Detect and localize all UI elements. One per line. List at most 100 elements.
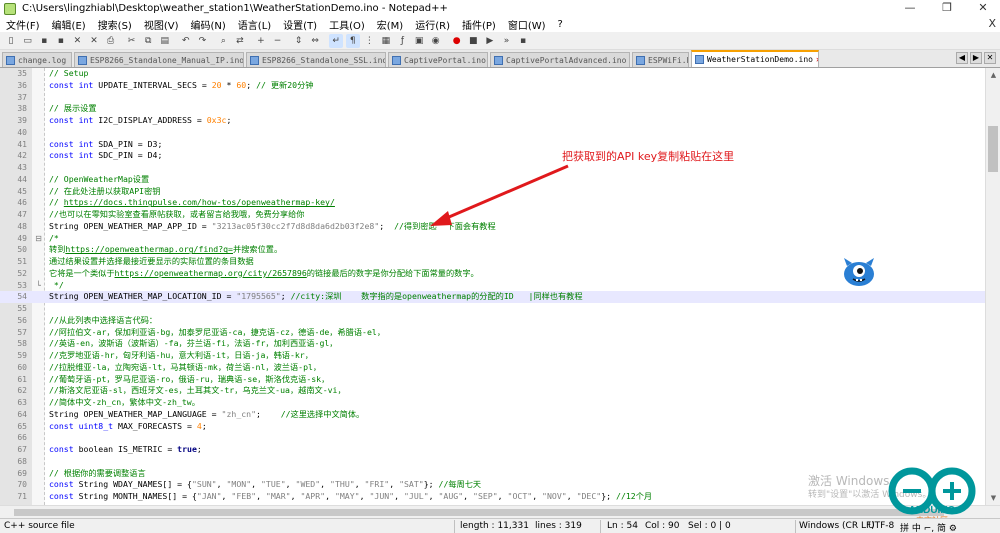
print-icon[interactable]: ⎙ <box>104 34 118 48</box>
undo-icon[interactable]: ↶ <box>179 34 193 48</box>
menu-plugins[interactable]: 插件(P) <box>456 17 502 32</box>
save-icon[interactable]: ▪ <box>37 34 51 48</box>
code-line[interactable]: 49 ⊟ /* <box>0 233 985 245</box>
doc-map-icon[interactable]: ▦ <box>379 34 393 48</box>
code-line[interactable]: 39 const int I2C_DISPLAY_ADDRESS = 0x3c; <box>0 115 985 127</box>
code-line[interactable]: 66 <box>0 432 985 444</box>
menu-tools[interactable]: 工具(O) <box>323 17 371 32</box>
menu-language[interactable]: 语言(L) <box>232 17 277 32</box>
status-eol-format[interactable]: Windows (CR LF) <box>799 521 875 531</box>
close-all-icon[interactable]: ✕ <box>87 34 101 48</box>
close-document-button[interactable]: X <box>988 17 996 30</box>
code-line[interactable]: 47 //也可以在零知实验室查看原帖获取，或者留言给我哦，免费分享给你 <box>0 209 985 221</box>
new-file-icon[interactable]: ▯ <box>4 34 18 48</box>
code-line[interactable]: 64 String OPEN_WEATHER_MAP_LANGUAGE = "zh… <box>0 409 985 421</box>
code-line[interactable]: 61 //葡萄牙语-pt，罗马尼亚语-ro，俄语-ru，瑞典语-se，斯洛伐克语-… <box>0 374 985 386</box>
code-line[interactable]: 42 const int SDC_PIN = D4; <box>0 150 985 162</box>
code-line[interactable]: 58 //英语-en，波斯语（波斯语）-fa，芬兰语-fi，法语-fr，加利西亚语… <box>0 338 985 350</box>
tab-captiveportal-ino[interactable]: CaptivePortal.ino <box>388 52 488 67</box>
play-macro-icon[interactable]: ▶ <box>483 34 497 48</box>
maximize-button[interactable]: ❐ <box>932 0 962 17</box>
token-url[interactable]: https://openweathermap.org/city/2657896 <box>115 268 307 278</box>
paste-icon[interactable]: ▤ <box>158 34 172 48</box>
show-all-chars-icon[interactable]: ¶ <box>345 33 360 48</box>
code-line[interactable]: 40 <box>0 127 985 139</box>
code-line[interactable]: 44 // OpenWeatherMap设置 <box>0 174 985 186</box>
tab-esp8266-standalone-manual-ip-ino[interactable]: ESP8266_Standalone_Manual_IP.ino <box>74 52 244 67</box>
menu-edit[interactable]: 编辑(E) <box>46 17 92 32</box>
redo-icon[interactable]: ↷ <box>195 34 209 48</box>
scroll-up-arrow-icon[interactable]: ▲ <box>986 68 1000 82</box>
tab-captiveportaladvanced-ino[interactable]: CaptivePortalAdvanced.ino <box>490 52 630 67</box>
code-line[interactable]: 60 //拉脱维亚-la，立陶宛语-lt，马其顿语-mk，荷兰语-nl，波兰语-p… <box>0 362 985 374</box>
menu-view[interactable]: 视图(V) <box>138 17 185 32</box>
code-line[interactable]: 56 //从此列表中选择语言代码： <box>0 315 985 327</box>
close-window-button[interactable]: ✕ <box>968 0 998 17</box>
menu-encoding[interactable]: 编码(N) <box>185 17 232 32</box>
replace-icon[interactable]: ⇄ <box>233 34 247 48</box>
code-line[interactable]: 52 它将是一个类似于https://openweathermap.org/cit… <box>0 268 985 280</box>
code-line[interactable]: 51 通过结果设置并选择最接近要显示的实际位置的条目数据 <box>0 256 985 268</box>
tab-scroll-left-button[interactable]: ◀ <box>956 52 968 64</box>
menu-help[interactable]: ? <box>552 19 569 30</box>
token-url[interactable]: https://docs.thingpulse.com/how-tos/open… <box>64 197 335 207</box>
function-list-icon[interactable]: ƒ <box>396 34 410 48</box>
code-line[interactable]: 68 <box>0 456 985 468</box>
status-ime-indicators[interactable]: 拼 中 ⌐, 简 ⚙ <box>900 521 957 533</box>
code-line[interactable]: 54 String OPEN_WEATHER_MAP_LOCATION_ID = … <box>0 291 985 303</box>
code-line[interactable]: 37 <box>0 92 985 104</box>
zoom-in-icon[interactable]: + <box>254 34 268 48</box>
open-file-icon[interactable]: ▭ <box>21 34 35 48</box>
menu-search[interactable]: 搜索(S) <box>92 17 138 32</box>
code-line[interactable]: 55 <box>0 303 985 315</box>
code-line[interactable]: 65 const uint8_t MAX_FORECASTS = 4; <box>0 421 985 433</box>
code-editor[interactable]: 35 // Setup 36 const int UPDATE_INTERVAL_SE… <box>0 68 985 505</box>
horizontal-scroll-thumb[interactable] <box>14 509 944 516</box>
run-macro-multiple-icon[interactable]: » <box>499 34 513 48</box>
vertical-scrollbar[interactable]: ▲ ▼ <box>985 68 1000 505</box>
code-line[interactable]: 53 └ */ <box>0 280 985 292</box>
menu-run[interactable]: 运行(R) <box>409 17 456 32</box>
save-macro-icon[interactable]: ▪ <box>516 34 530 48</box>
menu-macro[interactable]: 宏(M) <box>371 17 409 32</box>
record-macro-icon[interactable]: ● <box>450 34 464 48</box>
code-line[interactable]: 41 const int SDA_PIN = D3; <box>0 139 985 151</box>
find-icon[interactable]: ⌕ <box>216 34 230 48</box>
status-encoding[interactable]: UTF-8 <box>868 521 894 531</box>
fold-marker-icon[interactable]: └ <box>34 280 43 292</box>
code-line[interactable]: 36 const int UPDATE_INTERVAL_SECS = 20 * … <box>0 80 985 92</box>
code-line[interactable]: 38 // 展示设置 <box>0 103 985 115</box>
code-line[interactable]: 62 //斯洛文尼亚语-sl，西班牙文-es，土耳其文-tr，乌克兰文-ua，越南… <box>0 385 985 397</box>
code-line[interactable]: 48 String OPEN_WEATHER_MAP_APP_ID = "3213… <box>0 221 985 233</box>
word-wrap-icon[interactable]: ↵ <box>329 33 344 48</box>
code-line[interactable]: 67 const boolean IS_METRIC = true; <box>0 444 985 456</box>
menu-window[interactable]: 窗口(W) <box>502 17 552 32</box>
save-all-icon[interactable]: ▪ <box>54 34 68 48</box>
code-line[interactable]: 59 //克罗地亚语-hr，匈牙利语-hu，意大利语-it，日语-ja，韩语-kr… <box>0 350 985 362</box>
tab-change-log[interactable]: change.log <box>2 52 72 67</box>
monitor-icon[interactable]: ◉ <box>429 34 443 48</box>
code-line[interactable]: 46 // https://docs.thingpulse.com/how-tos… <box>0 197 985 209</box>
indent-guide-icon[interactable]: ⋮ <box>362 34 376 48</box>
sync-vertical-icon[interactable]: ⇕ <box>292 34 306 48</box>
sync-horizontal-icon[interactable]: ⇔ <box>308 34 322 48</box>
code-line[interactable]: 50 转到https://openweathermap.org/find?q=并搜… <box>0 244 985 256</box>
token-url[interactable]: https://openweathermap.org/find?q= <box>65 244 233 254</box>
tab-esp8266-standalone-ssl-ino[interactable]: ESP8266_Standalone_SSL.ino <box>246 52 386 67</box>
minimize-button[interactable]: — <box>895 0 925 17</box>
horizontal-scrollbar[interactable] <box>0 505 1000 518</box>
zoom-out-icon[interactable]: − <box>271 34 285 48</box>
code-line[interactable]: 57 //阿拉伯文-ar，保加利亚语-bg，加泰罗尼亚语-ca，捷克语-cz，德语… <box>0 327 985 339</box>
code-line[interactable]: 43 <box>0 162 985 174</box>
stop-record-icon[interactable]: ■ <box>466 34 480 48</box>
code-line[interactable]: 45 // 在此处注册以获取API密钥 <box>0 186 985 198</box>
fold-marker-icon[interactable]: ⊟ <box>34 233 43 245</box>
code-line[interactable]: 35 // Setup <box>0 68 985 80</box>
tab-close-x-button[interactable]: ✕ <box>984 52 996 64</box>
tab-weatherstationdemo-ino[interactable]: WeatherStationDemo.ino✕ <box>691 50 819 67</box>
folder-workspace-icon[interactable]: ▣ <box>412 34 426 48</box>
tab-espwifi-h[interactable]: ESPWiFi.h <box>632 52 689 67</box>
copy-icon[interactable]: ⧉ <box>141 34 155 48</box>
vertical-scroll-thumb[interactable] <box>988 126 998 172</box>
tab-close-icon[interactable]: ✕ <box>816 55 818 64</box>
